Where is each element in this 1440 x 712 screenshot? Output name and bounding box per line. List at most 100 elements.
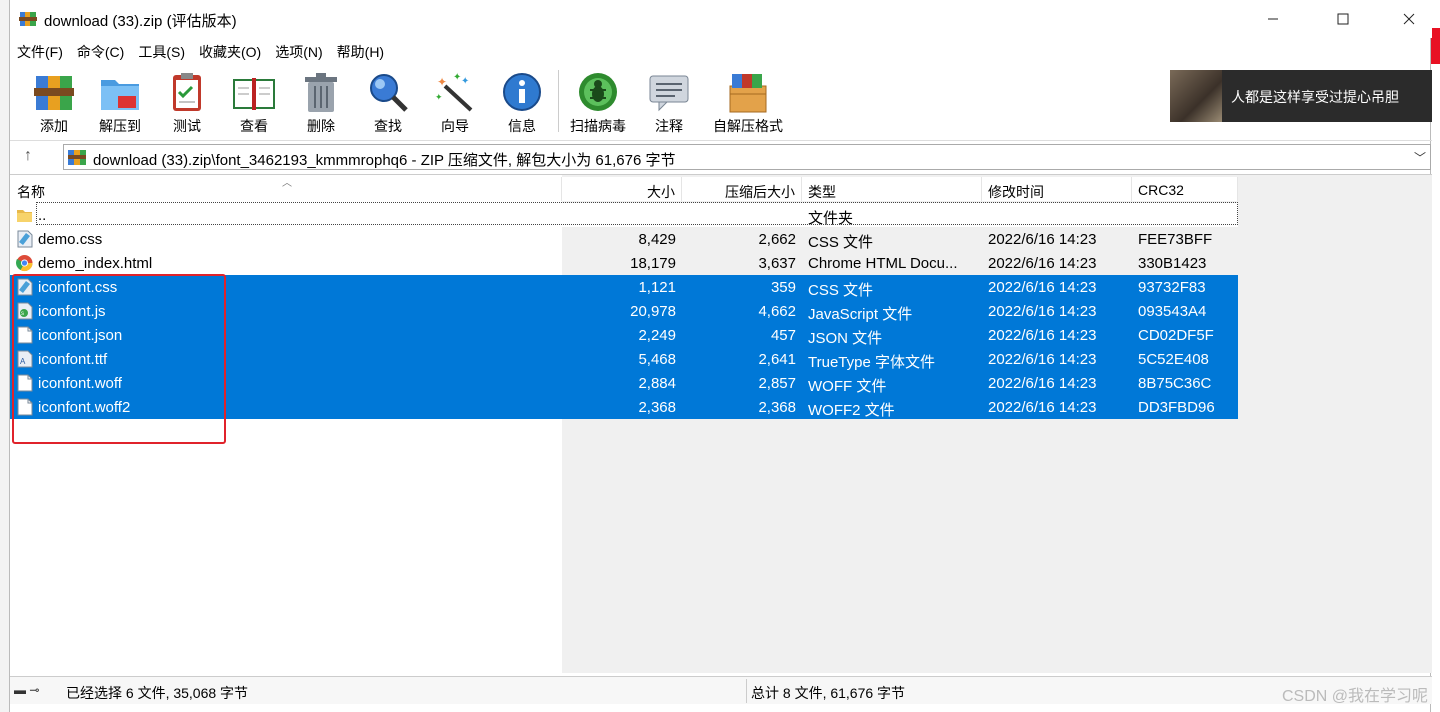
view-book-icon: [232, 70, 276, 114]
scan-virus-label: 扫描病毒: [570, 118, 626, 134]
delete-button[interactable]: 删除: [291, 66, 351, 136]
css-file-icon: [16, 230, 33, 248]
info-label: 信息: [508, 118, 536, 134]
cell-modified: 2022/6/16 14:23: [988, 279, 1097, 296]
highlight-box: [12, 274, 226, 444]
cell-size: 8,429: [638, 231, 676, 248]
maximize-button[interactable]: [1320, 0, 1366, 38]
status-total: 总计 8 文件, 61,676 字节: [751, 685, 906, 701]
cell-packed: 2,368: [758, 399, 796, 416]
cell-type: CSS 文件: [808, 282, 874, 299]
col-modified[interactable]: 修改时间: [982, 177, 1132, 201]
menu-commands[interactable]: 命令(C): [70, 38, 131, 62]
cell-packed: 3,637: [758, 255, 796, 272]
cell-type: WOFF2 文件: [808, 402, 895, 419]
scan-virus-button[interactable]: 扫描病毒: [568, 66, 628, 136]
col-packed[interactable]: 压缩后大小: [682, 177, 802, 201]
add-button[interactable]: 添加: [24, 66, 84, 136]
test-button[interactable]: 测试: [157, 66, 217, 136]
cell-modified: 2022/6/16 14:23: [988, 375, 1097, 392]
cell-size: 20,978: [630, 303, 676, 320]
title-bar: download (33).zip (评估版本): [10, 0, 1432, 38]
close-button[interactable]: [1386, 0, 1432, 38]
cell-packed: 2,857: [758, 375, 796, 392]
col-name[interactable]: 名称: [10, 177, 562, 201]
cell-modified: 2022/6/16 14:23: [988, 399, 1097, 416]
window-title: download (33).zip (评估版本): [44, 13, 237, 30]
cell-crc: 93732F83: [1138, 279, 1206, 296]
drive-key-icon: ▬ ⊸: [14, 683, 40, 697]
menu-options[interactable]: 选项(N): [268, 38, 329, 62]
ad-text: 人都是这样享受过提心吊胆: [1231, 89, 1399, 105]
cell-type: WOFF 文件: [808, 378, 887, 395]
cell-packed: 359: [770, 279, 796, 296]
col-size[interactable]: 大小: [562, 177, 682, 201]
find-label: 查找: [374, 118, 402, 134]
comment-button[interactable]: 注释: [639, 66, 699, 136]
info-icon: [500, 70, 544, 114]
wizard-label: 向导: [441, 118, 469, 134]
sfx-label: 自解压格式: [713, 118, 783, 134]
menu-help[interactable]: 帮助(H): [330, 38, 391, 62]
table-row[interactable]: demo.css 8,429 2,662 CSS 文件 2022/6/16 14:23 F…: [10, 227, 1238, 251]
cell-size: 2,249: [638, 327, 676, 344]
cell-name: demo.css: [38, 231, 103, 248]
cell-type: JavaScript 文件: [808, 306, 913, 323]
cell-modified: 2022/6/16 14:23: [988, 303, 1097, 320]
ad-thumbnail: [1170, 70, 1222, 122]
cell-type: JSON 文件: [808, 330, 883, 347]
cell-packed: 2,641: [758, 351, 796, 368]
menu-tools[interactable]: 工具(S): [131, 38, 192, 62]
cell-type: Chrome HTML Docu...: [808, 255, 958, 272]
trash-icon: [299, 70, 343, 114]
col-type[interactable]: 类型: [802, 177, 982, 201]
comment-label: 注释: [655, 118, 683, 134]
path-box[interactable]: download (33).zip\font_3462193_kmmmrophq…: [63, 144, 1431, 170]
minimize-icon: [1268, 18, 1278, 20]
cell-packed: 457: [770, 327, 796, 344]
cell-modified: 2022/6/16 14:23: [988, 231, 1097, 248]
column-header: ︿ 名称 大小 压缩后大小 类型 修改时间 CRC32: [10, 177, 1238, 201]
maximize-icon: [1337, 13, 1349, 25]
cell-packed: 2,662: [758, 231, 796, 248]
cell-modified: 2022/6/16 14:23: [988, 351, 1097, 368]
info-button[interactable]: 信息: [492, 66, 552, 136]
ad-banner[interactable]: 人都是这样享受过提心吊胆: [1170, 70, 1432, 122]
status-separator: [746, 679, 747, 703]
watermark: CSDN @我在学习呢: [1281, 688, 1428, 705]
minimize-button[interactable]: [1250, 0, 1296, 38]
cell-name: demo_index.html: [38, 255, 153, 272]
cell-size: 5,468: [638, 351, 676, 368]
chevron-down-icon[interactable]: ﹀: [1414, 149, 1426, 166]
cell-size: 2,884: [638, 375, 676, 392]
extract-to-label: 解压到: [99, 118, 141, 134]
view-button[interactable]: 查看: [224, 66, 284, 136]
comment-icon: [647, 70, 691, 114]
up-arrow-icon[interactable]: ↑: [24, 147, 32, 165]
cell-modified: 2022/6/16 14:23: [988, 327, 1097, 344]
cell-packed: 4,662: [758, 303, 796, 320]
bug-scan-icon: [576, 70, 620, 114]
status-selected: 已经选择 6 文件, 35,068 字节: [66, 685, 249, 701]
sfx-button[interactable]: 自解压格式: [713, 66, 783, 136]
cell-crc: FEE73BFF: [1138, 231, 1213, 248]
svg-text:✦: ✦: [435, 92, 443, 102]
file-list: ︿ 名称 大小 压缩后大小 类型 修改时间 CRC32 .. 文件夹 demo.…: [10, 174, 1432, 673]
menu-file[interactable]: 文件(F): [10, 38, 70, 62]
col-crc[interactable]: CRC32: [1132, 177, 1238, 201]
close-icon: [1403, 13, 1415, 25]
sfx-box-icon: [726, 70, 770, 114]
cell-size: 18,179: [630, 255, 676, 272]
winrar-app-icon: [19, 12, 37, 26]
address-bar: ↑ download (33).zip\font_3462193_kmmmrop…: [10, 140, 1432, 172]
find-button[interactable]: 查找: [358, 66, 418, 136]
cell-modified: 2022/6/16 14:23: [988, 255, 1097, 272]
extract-to-button[interactable]: 解压到: [90, 66, 150, 136]
cell-crc: DD3FBD96: [1138, 399, 1215, 416]
wizard-button[interactable]: ✦ ✦ ✦ ✦ 向导: [425, 66, 485, 136]
svg-text:✦: ✦: [437, 75, 447, 89]
table-row[interactable]: demo_index.html 18,179 3,637 Chrome HTML Do…: [10, 251, 1238, 275]
test-clipboard-icon: [165, 70, 209, 114]
menu-favorites[interactable]: 收藏夹(O): [192, 38, 268, 62]
zip-archive-icon: [68, 150, 86, 165]
